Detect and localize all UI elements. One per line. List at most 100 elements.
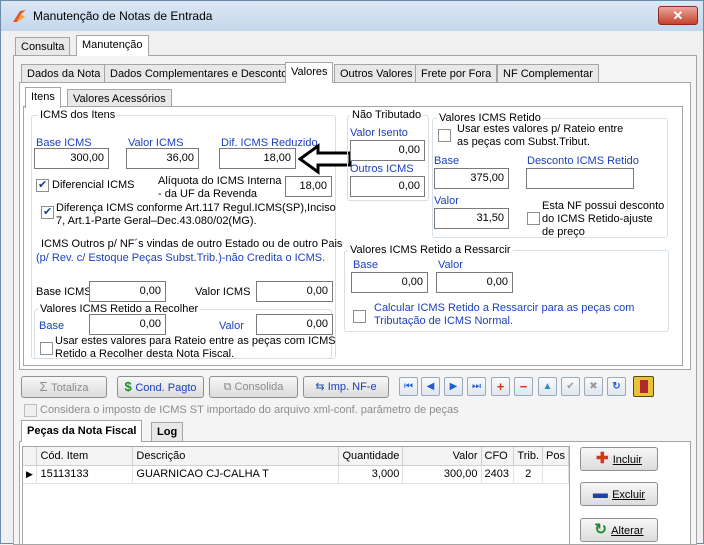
retido-rateio-checkbox[interactable] xyxy=(438,129,451,142)
post-record-icon[interactable]: ✔ xyxy=(561,377,580,396)
desconto-retido-checkbox[interactable] xyxy=(527,212,540,225)
cell-cfo[interactable]: 2403 xyxy=(481,465,515,484)
cell-descricao[interactable]: GUARNICAO CJ-CALHA T xyxy=(132,465,340,484)
col-trib[interactable]: Trib. xyxy=(513,447,543,466)
tab-dados-complementares[interactable]: Dados Complementares e Desconto xyxy=(104,64,294,83)
grid-header-row: Cód. Item Descrição Quantidade Valor CFO… xyxy=(23,447,569,466)
considera-checkbox[interactable] xyxy=(24,404,37,417)
next-record-icon[interactable]: ▶ xyxy=(444,377,463,396)
incluir-button[interactable]: ✚ Incluir xyxy=(580,447,658,471)
col-valor[interactable]: Valor xyxy=(402,447,482,466)
diferencial-label: Diferencial ICMS xyxy=(52,179,135,191)
ressarcir-base-field[interactable]: 0,00 xyxy=(351,272,428,293)
ressarcir-calc-label-1: Calcular ICMS Retido a Ressarcir para as… xyxy=(374,302,635,314)
alterar-icon: ↻ xyxy=(594,521,612,538)
prior-record-icon[interactable]: ◀ xyxy=(421,377,440,396)
recolher-rateio-label-2: Retido a Recolher desta Nota Fiscal. xyxy=(55,348,235,360)
recolher-base-field[interactable]: 0,00 xyxy=(89,314,166,335)
ressarcir-valor-field[interactable]: 0,00 xyxy=(436,272,513,293)
outros-base-label: Base ICMS xyxy=(36,286,92,298)
table-row[interactable]: ▶ 15113133 GUARNICAO CJ-CALHA T 3,000 30… xyxy=(23,465,569,484)
tab-itens[interactable]: Itens xyxy=(25,87,61,108)
col-cod-item[interactable]: Cód. Item xyxy=(36,447,134,466)
retido-base-field[interactable]: 375,00 xyxy=(434,168,509,189)
col-quantidade[interactable]: Quantidade xyxy=(338,447,404,466)
excluir-button[interactable]: ▬ Excluir xyxy=(580,482,658,506)
diferenca-checkbox[interactable] xyxy=(41,205,54,219)
desconto-retido-label: Desconto ICMS Retido xyxy=(527,155,639,167)
first-record-icon[interactable]: ⏮ xyxy=(399,377,418,396)
minus-icon: ▬ xyxy=(592,485,613,502)
tab-outros-valores[interactable]: Outros Valores xyxy=(334,64,419,83)
base-icms-field[interactable]: 300,00 xyxy=(34,148,109,169)
considera-label: Considera o imposto de ICMS ST importado… xyxy=(40,404,459,416)
last-record-icon[interactable]: ⏭ xyxy=(467,377,486,396)
diferenca-label-2: 7, Art.1-Parte Geral–Dec.43.080/02(MG). xyxy=(56,215,257,227)
desconto-chk-label-3: de preço xyxy=(542,226,585,238)
close-button[interactable]: ✕ xyxy=(658,6,698,25)
col-descricao[interactable]: Descrição xyxy=(132,447,340,466)
aliquota-field[interactable]: 18,00 xyxy=(285,176,332,197)
row-indicator-icon: ▶ xyxy=(23,465,38,484)
tab-frete[interactable]: Frete por Fora xyxy=(415,64,498,83)
col-cfo[interactable]: CFO xyxy=(481,447,515,466)
col-pos[interactable]: Pos xyxy=(542,447,569,466)
alterar-button[interactable]: ↻ Alterar xyxy=(580,518,658,542)
aliquota-label-2: - da UF da Revenda xyxy=(158,188,258,200)
outros-icms-note: (p/ Rev. c/ Estoque Peças Subst.Trib.)-n… xyxy=(36,252,326,264)
tab-dados-nota[interactable]: Dados da Nota xyxy=(21,64,107,83)
tab-manutencao[interactable]: Manutenção xyxy=(76,35,149,56)
nao-tributado-title: Não Tributado xyxy=(350,109,424,121)
ressarcir-checkbox[interactable] xyxy=(353,310,366,323)
cell-cod-item[interactable]: 15113133 xyxy=(36,465,134,484)
consolida-button[interactable]: ⧉ Consolida xyxy=(209,376,298,398)
ressarcir-title: Valores ICMS Retido a Ressarcir xyxy=(348,244,513,256)
grid-indicator-header xyxy=(23,447,38,466)
recolher-rateio-checkbox[interactable] xyxy=(40,342,53,355)
tab-consulta[interactable]: Consulta xyxy=(15,37,71,56)
outros-icms-title: ICMS Outros p/ NF´s vindas de outro Esta… xyxy=(41,238,343,250)
valor-icms-field[interactable]: 36,00 xyxy=(126,148,199,169)
desconto-chk-label-2: do ICMS Retido-ajuste xyxy=(542,213,653,225)
edit-record-icon[interactable]: ▲ xyxy=(538,377,557,396)
desconto-chk-label-1: Esta NF possui desconto xyxy=(542,200,665,212)
tab-pecas[interactable]: Peças da Nota Fiscal xyxy=(21,420,143,442)
totaliza-button[interactable]: Σ Totaliza xyxy=(21,376,107,398)
outros-valor-label: Valor ICMS xyxy=(195,286,251,298)
cond-pagto-button[interactable]: $ Cond. Pagto xyxy=(117,376,204,398)
outros-valor-field[interactable]: 0,00 xyxy=(256,281,333,302)
imp-nfe-label: Imp. NF-e xyxy=(327,381,377,393)
retido-rateio-label-1: Usar estes valores p/ Rateio entre xyxy=(457,123,624,135)
diferencial-checkbox[interactable] xyxy=(36,178,49,192)
cell-quantidade[interactable]: 3,000 xyxy=(338,465,404,484)
outros-icms-nt-label: Outros ICMS xyxy=(350,163,414,175)
valor-isento-field[interactable]: 0,00 xyxy=(350,140,425,161)
arrow-annotation-icon xyxy=(298,143,352,175)
outros-base-field[interactable]: 0,00 xyxy=(89,281,166,302)
dif-icms-field[interactable]: 18,00 xyxy=(219,148,296,169)
cancel-record-icon[interactable]: ✖ xyxy=(584,377,603,396)
outros-icms-nt-field[interactable]: 0,00 xyxy=(350,176,425,197)
imp-nfe-button[interactable]: ⇆ Imp. NF-e xyxy=(303,376,389,398)
import-icon: ⇆ xyxy=(315,381,328,393)
cell-valor[interactable]: 300,00 xyxy=(402,465,482,484)
tab-nf-complementar[interactable]: NF Complementar xyxy=(497,64,599,83)
diferenca-label-1: Diferença ICMS conforme Art.117 Regul.IC… xyxy=(56,202,336,214)
title-bar: Manutenção de Notas de Entrada ✕ xyxy=(1,1,703,31)
refresh-icon[interactable]: ↻ xyxy=(607,377,626,396)
tab-log[interactable]: Log xyxy=(151,422,184,441)
cell-pos[interactable] xyxy=(542,465,569,484)
cond-pagto-label: Cond. Pagto xyxy=(135,382,197,394)
tab-valores[interactable]: Valores xyxy=(285,62,334,83)
cell-trib[interactable]: 2 xyxy=(513,465,543,484)
insert-record-icon[interactable]: + xyxy=(491,377,510,396)
delete-record-icon[interactable]: − xyxy=(514,377,533,396)
sigma-icon: Σ xyxy=(39,379,52,394)
recolher-valor-field[interactable]: 0,00 xyxy=(256,314,333,335)
recolher-valor-label: Valor xyxy=(219,320,244,332)
ressarcir-calc-label-2: Tributação de ICMS Normal. xyxy=(374,315,513,327)
desconto-retido-field[interactable] xyxy=(526,168,634,189)
retido-valor-field[interactable]: 31,50 xyxy=(434,208,509,229)
app-icon xyxy=(13,10,26,22)
exit-door-icon[interactable] xyxy=(633,376,654,397)
